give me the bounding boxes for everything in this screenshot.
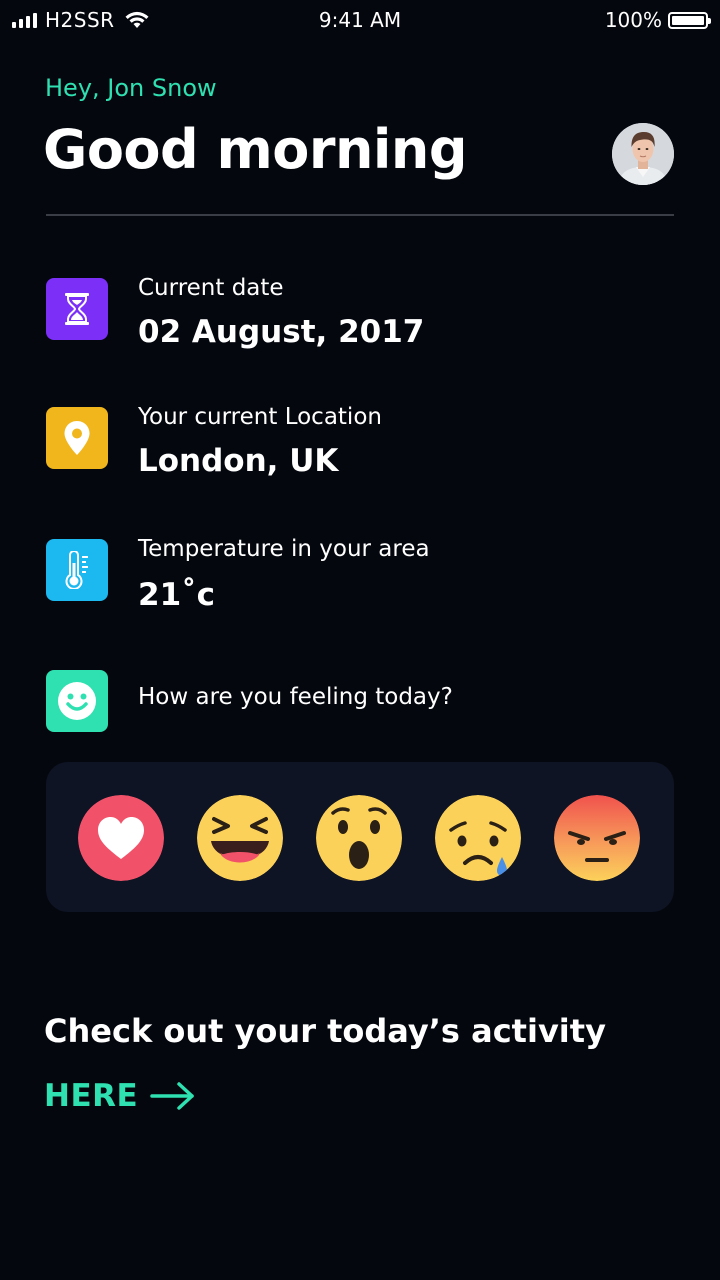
surprised-reaction-icon[interactable] bbox=[316, 795, 402, 881]
header-divider bbox=[46, 214, 674, 216]
location-pin-icon bbox=[64, 421, 90, 455]
battery-percentage: 100% bbox=[604, 8, 662, 32]
battery-fill bbox=[672, 15, 704, 25]
here-link-label: HERE bbox=[44, 1078, 139, 1114]
date-icon-tile bbox=[46, 278, 108, 340]
laughing-reaction-icon[interactable] bbox=[197, 795, 283, 881]
angry-reaction-icon[interactable] bbox=[554, 795, 640, 881]
avatar[interactable] bbox=[612, 123, 674, 185]
feeling-icon-tile bbox=[46, 670, 108, 732]
location-label: Your current Location bbox=[138, 404, 382, 430]
sad-reaction-icon[interactable] bbox=[435, 795, 521, 881]
smiley-icon bbox=[58, 682, 96, 720]
arrow-right-icon bbox=[150, 1082, 194, 1110]
user-greeting: Hey, Jon Snow bbox=[45, 74, 217, 102]
date-label: Current date bbox=[138, 275, 284, 301]
page-title: Good morning bbox=[43, 118, 468, 181]
battery-icon bbox=[668, 11, 711, 29]
user-avatar-icon bbox=[612, 123, 674, 185]
date-value: 02 August, 2017 bbox=[138, 314, 425, 350]
location-icon-tile bbox=[46, 407, 108, 469]
temperature-icon-tile bbox=[46, 539, 108, 601]
temperature-label: Temperature in your area bbox=[138, 536, 430, 562]
reactions-panel bbox=[46, 762, 674, 912]
thermometer-icon bbox=[65, 551, 88, 589]
feeling-question: How are you feeling today? bbox=[138, 684, 453, 710]
activity-prompt: Check out your today’s activity bbox=[44, 1012, 606, 1050]
hourglass-icon bbox=[65, 293, 89, 325]
location-value: London, UK bbox=[138, 443, 339, 479]
temperature-value: 21˚c bbox=[138, 577, 216, 613]
heart-reaction-icon[interactable] bbox=[78, 795, 164, 881]
status-bar: H2SSR 9:41 AM 100% bbox=[0, 0, 720, 40]
here-link[interactable]: HERE bbox=[44, 1078, 196, 1114]
status-right: 100% bbox=[604, 8, 711, 32]
